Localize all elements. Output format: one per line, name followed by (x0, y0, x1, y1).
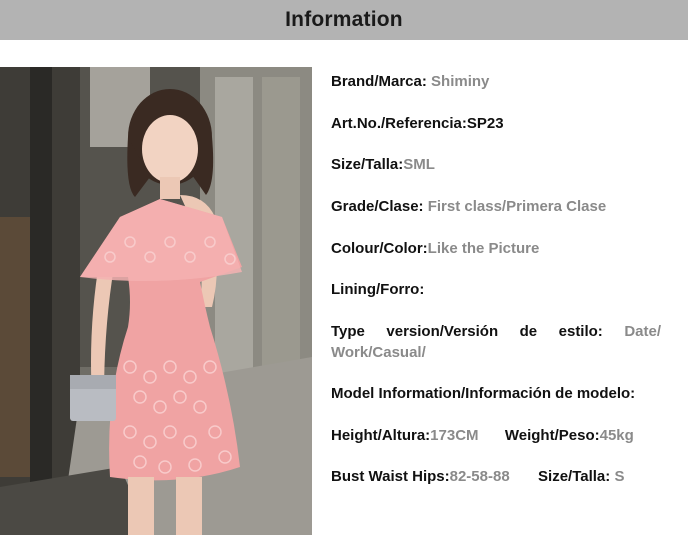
colour-row: Colour/Color:Like the Picture (331, 238, 539, 259)
height-value: 173CM (430, 427, 479, 444)
size-label: Size/Talla: (331, 156, 404, 173)
model-label: Model Information/Información de modelo: (331, 385, 636, 402)
size-row: Size/Talla:SML (331, 154, 435, 175)
bwh-value: 82-58-88 (449, 468, 510, 485)
brand-label: Brand/Marca: (331, 73, 427, 90)
page-title: Information (285, 8, 403, 31)
type-label: Type version/Versión de estilo: (331, 323, 603, 340)
article-label: Art.No./Referencia: (331, 115, 467, 132)
height-label: Height/Altura: (331, 427, 431, 444)
size-value: SML (403, 156, 435, 173)
grade-value: First class/Primera Clase (427, 198, 607, 215)
colour-value: Like the Picture (427, 240, 540, 257)
product-photo (0, 67, 312, 535)
article-value: SP23 (466, 115, 504, 132)
brand-value: Shiminy (431, 73, 490, 90)
weight-label: Weight/Peso: (504, 427, 600, 444)
weight-value: 45kg (599, 427, 634, 444)
article-row: Art.No./Referencia:SP23 (331, 113, 504, 134)
lining-label: Lining/Forro: (331, 281, 425, 298)
model-size-value: S (614, 468, 625, 485)
lining-row: Lining/Forro: (331, 279, 424, 300)
height-weight-row: Height/Altura:173CM Weight/Peso:45kg (331, 425, 634, 446)
model-row: Model Information/Información de modelo: (331, 383, 635, 404)
grade-label: Grade/Clase: (331, 198, 424, 215)
info-header: Information (0, 0, 688, 40)
grade-row: Grade/Clase: First class/Primera Clase (331, 196, 606, 217)
type-row: Type version/Versión de estilo: Date/ Wo… (331, 321, 661, 363)
model-illustration (0, 67, 312, 535)
colour-label: Colour/Color: (331, 240, 428, 257)
bwh-label: Bust Waist Hips: (331, 468, 450, 485)
brand-row: Brand/Marca: Shiminy (331, 71, 489, 92)
model-size-label: Size/Talla: (538, 468, 611, 485)
bwh-row: Bust Waist Hips:82-58-88 Size/Talla: S (331, 466, 624, 487)
